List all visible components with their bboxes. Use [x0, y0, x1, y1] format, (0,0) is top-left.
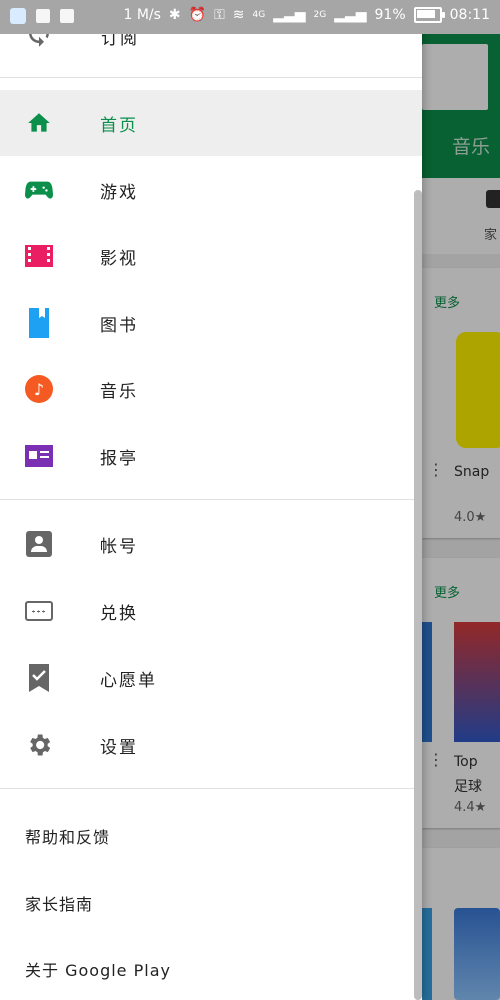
gear-icon	[25, 731, 53, 759]
drawer-divider	[0, 788, 422, 789]
drawer-item-wishlist[interactable]: 心愿单	[0, 645, 422, 711]
drawer-item-newsstand[interactable]: 报亭	[0, 423, 422, 489]
clock: 08:11	[449, 7, 490, 23]
drawer-item-music[interactable]: ♪ 音乐	[0, 356, 422, 422]
status-bar: 1 M/s ✱ ⏰ ⚿ ≋ 4G ▂▃▅ 2G ▂▃▅ 91% 08:11	[0, 0, 500, 34]
signal-label-1: 4G	[252, 10, 266, 20]
key-icon	[10, 8, 26, 24]
drawer-item-movies[interactable]: 影视	[0, 223, 422, 289]
wifi-icon: ≋	[232, 7, 245, 23]
drawer-item-account[interactable]: 帐号	[0, 511, 422, 577]
movie-icon	[25, 242, 53, 270]
drawer-item-label: 音乐	[100, 381, 138, 402]
drawer-item-books[interactable]: 图书	[0, 290, 422, 356]
key-icon: ⚿	[214, 7, 225, 23]
drawer-item-label: 设置	[100, 737, 138, 758]
drawer-item-label: 图书	[100, 315, 138, 336]
drawer-divider	[0, 499, 422, 500]
book-icon	[25, 308, 53, 338]
gamepad-icon	[25, 176, 53, 204]
signal-label-2: 2G	[313, 10, 327, 20]
drawer-link-about-google-play[interactable]: 关于 Google Play	[25, 957, 171, 981]
drawer-link-help-feedback[interactable]: 帮助和反馈	[25, 824, 110, 848]
bluetooth-icon: ✱	[168, 7, 181, 23]
drawer-item-label: 游戏	[100, 182, 138, 203]
redeem-icon	[25, 597, 53, 625]
drawer-item-label: 报亭	[100, 448, 138, 469]
signal-icon: ▂▃▅	[334, 7, 367, 23]
signal-icon: ▂▃▅	[273, 7, 306, 23]
newsstand-icon	[25, 442, 53, 470]
drawer-item-label: 心愿单	[100, 670, 157, 691]
drawer-divider	[0, 77, 422, 78]
drawer-item-label: 兑换	[100, 603, 138, 624]
drawer-item-home[interactable]: 首页	[0, 90, 422, 156]
home-icon	[25, 109, 53, 137]
drawer-item-redeem[interactable]: 兑换	[0, 578, 422, 644]
battery-icon	[413, 7, 445, 23]
wishlist-icon	[25, 664, 53, 692]
drawer-item-label: 帐号	[100, 536, 138, 557]
status-right: 1 M/s ✱ ⏰ ⚿ ≋ 4G ▂▃▅ 2G ▂▃▅ 91% 08:11	[123, 7, 490, 23]
status-left	[10, 8, 74, 24]
navigation-drawer: 订阅 首页 游戏 影视 图书 ♪ 音乐 报亭 帐号 兑换 心愿单 设置 帮助和反…	[0, 0, 422, 1000]
drawer-link-parent-guide[interactable]: 家长指南	[25, 891, 93, 915]
drawer-scrollbar[interactable]	[414, 190, 422, 1000]
network-speed: 1 M/s	[123, 7, 161, 23]
account-icon	[25, 530, 53, 558]
download-icon	[36, 9, 50, 23]
music-icon: ♪	[25, 375, 53, 403]
drawer-item-settings[interactable]: 设置	[0, 712, 422, 778]
battery-percentage: 91%	[374, 7, 406, 23]
drawer-item-label: 首页	[100, 115, 138, 136]
alarm-icon: ⏰	[188, 7, 207, 23]
drawer-item-games[interactable]: 游戏	[0, 157, 422, 223]
app-notification-icon	[60, 9, 74, 23]
drawer-item-label: 影视	[100, 248, 138, 269]
